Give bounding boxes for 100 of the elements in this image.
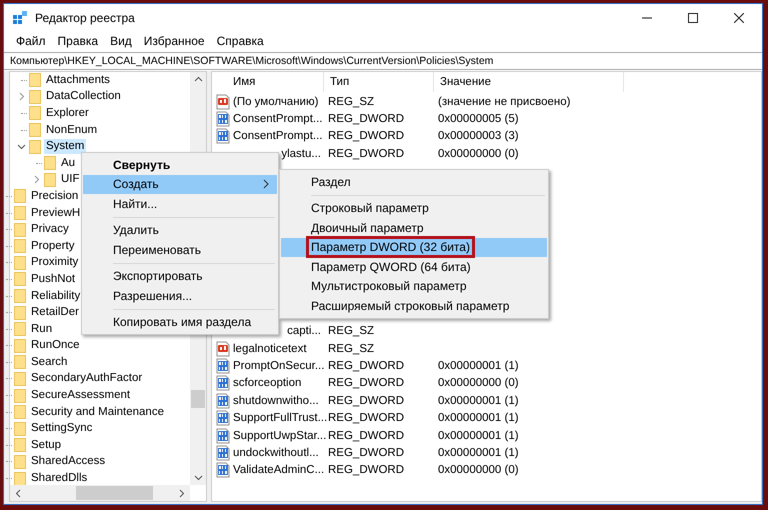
tree-item[interactable]: Setup bbox=[29, 438, 64, 453]
value-name[interactable]: scforceoption bbox=[233, 377, 302, 390]
menu-item[interactable]: Экспортировать bbox=[83, 266, 277, 286]
tree-item[interactable]: System bbox=[44, 139, 86, 154]
folder-icon bbox=[14, 472, 26, 485]
menu-bar-item[interactable]: Справка bbox=[210, 34, 270, 48]
chevron-right-icon[interactable] bbox=[18, 92, 24, 102]
window-title: Редактор реестра bbox=[35, 10, 135, 24]
value-name[interactable]: ylastu... bbox=[281, 148, 321, 160]
string-value-icon bbox=[215, 94, 231, 110]
value-name[interactable]: legalnoticetext bbox=[233, 342, 307, 355]
value-type: REG_DWORD bbox=[328, 464, 404, 476]
string-value-icon bbox=[215, 340, 231, 357]
value-type: REG_DWORD bbox=[328, 148, 404, 160]
close-icon bbox=[734, 12, 744, 22]
menu-item[interactable]: Параметр QWORD (64 бита) bbox=[281, 257, 547, 276]
folder-icon bbox=[14, 338, 26, 353]
scroll-up-icon[interactable] bbox=[194, 76, 202, 82]
binary-value-icon bbox=[215, 358, 231, 374]
value-type: REG_DWORD bbox=[328, 377, 404, 390]
folder-icon bbox=[29, 73, 41, 88]
value-name[interactable]: ConsentPrompt... bbox=[233, 130, 322, 142]
tree-item[interactable]: Property bbox=[29, 238, 76, 254]
menu-item[interactable]: Мультистроковый параметр bbox=[281, 276, 547, 296]
tree-item[interactable]: DataCollection bbox=[44, 89, 123, 104]
menu-item[interactable]: Копировать имя раздела bbox=[83, 312, 277, 332]
menu-item[interactable]: Параметр DWORD (32 бита) bbox=[281, 238, 547, 257]
tree-item[interactable]: RunOnce bbox=[29, 338, 82, 354]
menu-item[interactable]: Строковый параметр bbox=[281, 198, 547, 218]
value-name[interactable]: SupportFullTrust... bbox=[233, 412, 328, 424]
tree-item[interactable]: SharedAccess bbox=[29, 454, 108, 470]
scroll-thumb[interactable] bbox=[76, 486, 154, 500]
menu-item[interactable]: Двоичный параметр bbox=[281, 218, 547, 238]
column-header[interactable]: Тип bbox=[324, 72, 434, 92]
value-data: 0x00000000 (0) bbox=[438, 377, 519, 390]
menu-item[interactable]: Удалить bbox=[83, 220, 277, 240]
tree-connector-icon bbox=[36, 162, 42, 164]
menu-item[interactable]: Найти... bbox=[83, 194, 277, 214]
menu-item[interactable]: Создать bbox=[83, 174, 277, 194]
folder-icon bbox=[14, 454, 26, 469]
scroll-right-icon[interactable] bbox=[179, 488, 185, 498]
menu-item[interactable]: Переименовать bbox=[83, 240, 277, 260]
horizontal-scrollbar[interactable] bbox=[10, 485, 190, 501]
tree-item[interactable]: Run bbox=[29, 322, 54, 337]
value-data: 0x00000001 (1) bbox=[438, 430, 519, 442]
tree-item[interactable]: SecondaryAuthFactor bbox=[29, 371, 144, 386]
menu-item[interactable]: Разрешения... bbox=[83, 286, 277, 306]
value-name[interactable]: undockwithoutl... bbox=[233, 446, 319, 459]
tree-item[interactable]: SettingSync bbox=[29, 421, 94, 436]
tree-item[interactable]: Attachments bbox=[44, 72, 112, 88]
value-name[interactable]: capti... bbox=[287, 325, 321, 338]
menu-bar-item[interactable]: Файл bbox=[10, 34, 52, 48]
menu-item[interactable]: Раздел bbox=[281, 172, 547, 192]
scroll-left-icon[interactable] bbox=[15, 488, 21, 498]
folder-icon bbox=[14, 422, 26, 436]
tree-item[interactable]: Reliability bbox=[29, 288, 82, 304]
tree-item[interactable]: Explorer bbox=[44, 106, 91, 121]
tree-item[interactable]: Security and Maintenance bbox=[29, 404, 166, 420]
tree-item[interactable]: PreviewH bbox=[29, 206, 82, 221]
tree-connector-icon bbox=[6, 444, 12, 446]
tree-item[interactable]: SharedDlls bbox=[29, 471, 90, 485]
value-name[interactable]: ValidateAdminC... bbox=[233, 464, 324, 476]
tree-item[interactable]: SecureAssessment bbox=[29, 388, 132, 404]
value-type: REG_SZ bbox=[328, 325, 374, 338]
menu-bar-item[interactable]: Правка bbox=[52, 34, 104, 48]
folder-icon bbox=[14, 272, 26, 286]
tree-item[interactable]: UIF bbox=[59, 172, 82, 188]
tree-item[interactable]: Privacy bbox=[29, 222, 71, 238]
binary-value-icon bbox=[215, 392, 231, 409]
folder-icon bbox=[14, 206, 26, 220]
column-header[interactable]: Значение bbox=[434, 72, 624, 92]
value-data: 0x00000001 (1) bbox=[438, 394, 519, 407]
maximize-icon bbox=[688, 12, 698, 22]
chevron-down-icon[interactable] bbox=[17, 144, 26, 150]
column-header[interactable]: Имя bbox=[212, 72, 324, 92]
value-type: REG_DWORD bbox=[328, 360, 404, 372]
tree-item[interactable]: Search bbox=[29, 354, 70, 370]
chevron-right-icon[interactable] bbox=[34, 175, 40, 184]
value-name[interactable]: PromptOnSecur... bbox=[233, 360, 324, 372]
value-name[interactable]: (По умолчанию) bbox=[233, 96, 318, 108]
scroll-down-icon[interactable] bbox=[194, 475, 202, 481]
value-type: REG_DWORD bbox=[328, 394, 404, 407]
binary-value-icon bbox=[215, 375, 231, 392]
menu-item[interactable]: Свернуть bbox=[83, 155, 277, 174]
tree-connector-icon bbox=[6, 196, 12, 197]
tree-item[interactable]: PushNot bbox=[29, 272, 78, 287]
menu-bar-item[interactable]: Вид bbox=[104, 34, 138, 48]
scroll-thumb[interactable] bbox=[191, 390, 205, 408]
menu-bar-item[interactable]: Избранное bbox=[138, 34, 211, 48]
tree-item[interactable]: Proximity bbox=[29, 255, 80, 270]
menu-item[interactable]: Расширяемый строковый параметр bbox=[281, 296, 547, 316]
value-name[interactable]: SupportUwpStar... bbox=[233, 430, 326, 442]
value-name[interactable]: shutdownwitho... bbox=[233, 394, 319, 407]
folder-icon bbox=[14, 372, 26, 386]
address-bar[interactable]: Компьютер\HKEY_LOCAL_MACHINE\SOFTWARE\Microsoft\Windows\CurrentVersion\Policies\System bbox=[4, 52, 762, 70]
tree-item[interactable]: NonEnum bbox=[44, 122, 100, 138]
tree-item[interactable]: RetailDer bbox=[29, 305, 81, 320]
tree-item[interactable]: Precision bbox=[29, 188, 80, 204]
tree-item[interactable]: Au bbox=[59, 156, 78, 171]
value-name[interactable]: ConsentPrompt... bbox=[233, 113, 322, 126]
